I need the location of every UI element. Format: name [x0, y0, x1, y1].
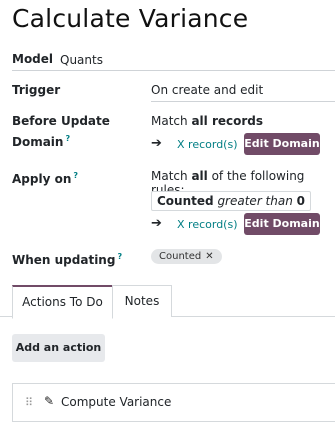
when-updating-label-text: When updating: [12, 253, 116, 267]
field-tag-counted: Counted ✕: [151, 249, 222, 264]
help-icon[interactable]: ?: [117, 252, 122, 261]
rule-field: Counted: [157, 194, 214, 208]
trigger-field-underline: [151, 101, 335, 102]
tab-notes[interactable]: Notes: [112, 285, 172, 317]
trigger-label: Trigger: [12, 83, 61, 97]
list-item[interactable]: ⠿ ✎ Compute Variance: [12, 383, 335, 422]
model-field[interactable]: Quants: [60, 53, 103, 67]
tab-actions-to-do[interactable]: Actions To Do: [12, 285, 113, 319]
rule-value: 0: [296, 194, 306, 208]
right-arrow-icon: ➔: [151, 136, 162, 151]
model-label: Model: [12, 52, 54, 66]
drag-handle-icon[interactable]: ⠿: [25, 396, 33, 409]
match-scope: all records: [191, 114, 264, 128]
apply-on-label: Apply on?: [12, 167, 78, 188]
match-scope: all: [191, 169, 208, 183]
help-icon[interactable]: ?: [73, 171, 78, 180]
match-prefix: Match: [151, 114, 192, 128]
model-field-underline: [12, 70, 335, 71]
before-update-label-line2: Domain: [12, 135, 64, 149]
apply-on-label-text: Apply on: [12, 172, 72, 186]
before-update-label-line1: Before Update: [12, 114, 110, 128]
match-prefix: Match: [151, 169, 192, 183]
action-label: Compute Variance: [61, 395, 172, 409]
apply-on-edit-domain-button[interactable]: Edit Domain: [244, 213, 320, 235]
before-update-label: Before Update Domain?: [12, 113, 110, 151]
tag-label: Counted: [159, 251, 202, 262]
rule-operator: greater than: [217, 194, 293, 208]
right-arrow-icon: ➔: [151, 216, 162, 231]
before-update-records-link[interactable]: X record(s): [177, 138, 237, 151]
when-updating-label: When updating?: [12, 248, 122, 269]
trigger-select[interactable]: On create and edit: [151, 83, 263, 97]
page-title: Calculate Variance: [12, 4, 249, 33]
apply-on-records-link[interactable]: X record(s): [177, 218, 237, 231]
before-update-domain-summary: Match all records: [151, 114, 263, 128]
add-action-button[interactable]: Add an action: [12, 334, 105, 362]
close-icon[interactable]: ✕: [205, 251, 213, 262]
domain-rule[interactable]: Counted greater than 0: [151, 191, 312, 211]
pencil-icon: ✎: [44, 394, 55, 408]
before-update-edit-domain-button[interactable]: Edit Domain: [244, 133, 320, 155]
help-icon[interactable]: ?: [65, 134, 70, 143]
